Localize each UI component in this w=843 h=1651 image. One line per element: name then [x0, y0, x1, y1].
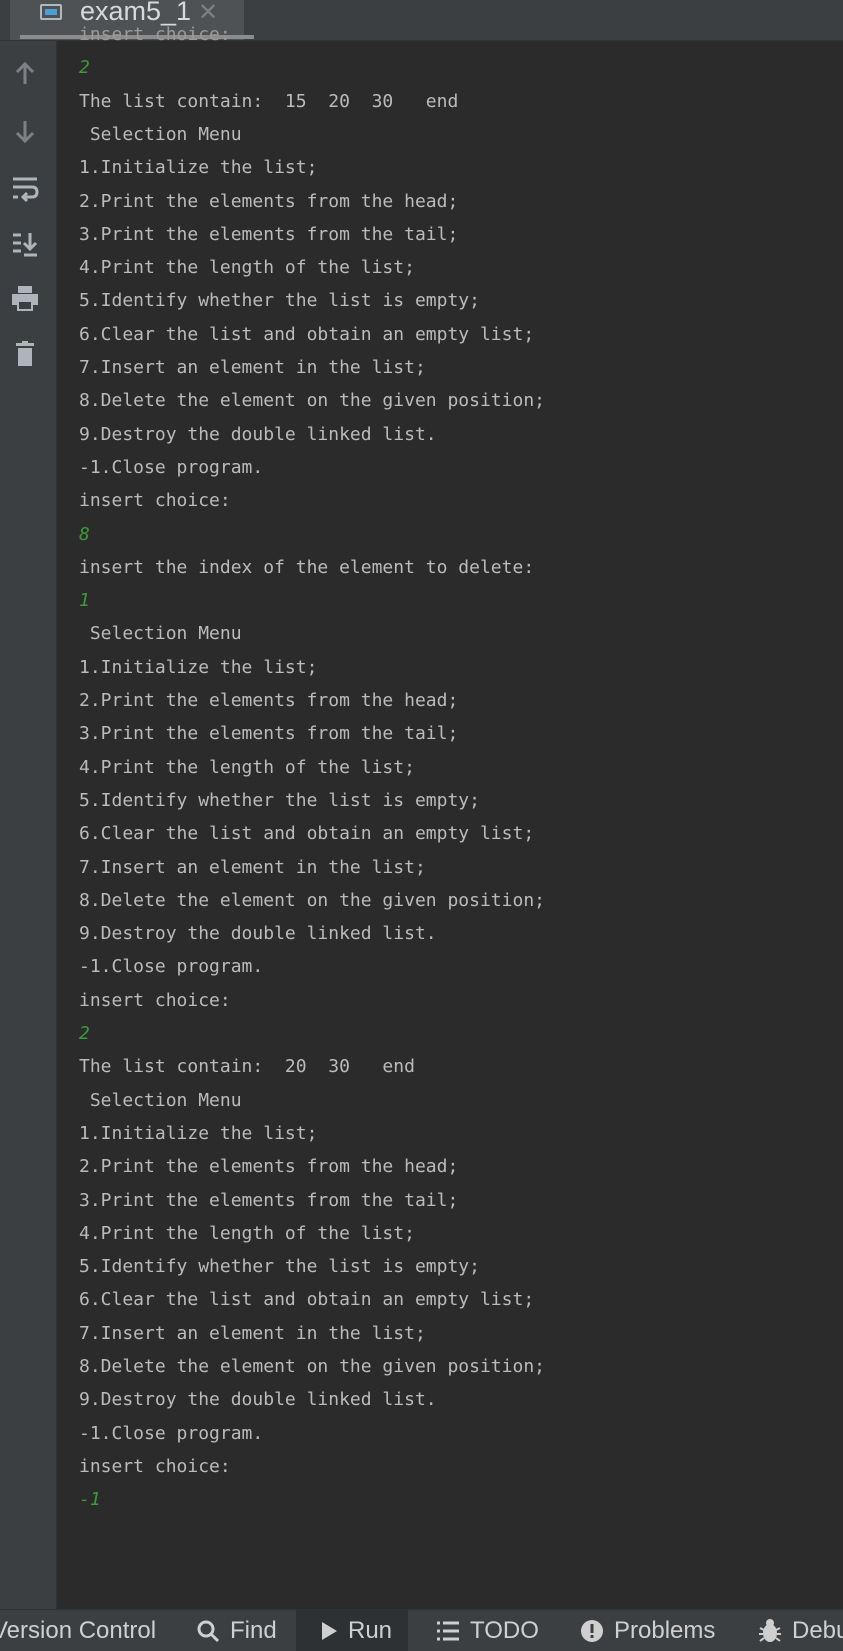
console-output-line: 3.Print the elements from the tail; [79, 1189, 459, 1211]
console-output-line: 7.Insert an element in the list; [79, 856, 426, 878]
console-output-line: 4.Print the length of the list; [79, 756, 415, 778]
console-output-line: 8.Delete the element on the given positi… [79, 390, 545, 412]
console-output-line: 2.Print the elements from the head; [79, 690, 459, 711]
console-output-line: 6.Clear the list and obtain an empty lis… [79, 823, 535, 845]
console-output-line: insert choice: [79, 989, 231, 1011]
console-output-line: Selection Menu [79, 623, 242, 645]
trash-icon[interactable] [10, 339, 40, 369]
console-output-line: 4.Print the length of the list; [79, 1222, 415, 1244]
console-output-line: 5.Identify whether the list is empty; [79, 1256, 480, 1278]
console-output-line: 8.Delete the element on the given positi… [79, 1356, 545, 1377]
tab-debug[interactable]: Debug [758, 1610, 843, 1651]
console-output-line: 5.Identify whether the list is empty; [79, 290, 480, 312]
console-output-line: The list contain: 20 30 end [79, 1056, 415, 1078]
tab-run[interactable]: Run [296, 1610, 408, 1651]
console-output-line: 9.Destroy the double linked list. [79, 423, 437, 445]
warning-icon [580, 1619, 604, 1643]
print-icon[interactable] [10, 283, 40, 313]
console-output-line: -1.Close program. [79, 956, 264, 978]
console-output-line: 3.Print the elements from the tail; [79, 223, 459, 245]
tab-problems[interactable]: Problems [580, 1610, 715, 1651]
find-label: Find [230, 1616, 277, 1644]
play-icon [320, 1621, 338, 1641]
console-output-line: 8.Delete the element on the given positi… [79, 889, 545, 911]
console-output-line: 4.Print the length of the list; [79, 257, 415, 279]
run-toolbar [0, 41, 57, 1609]
tab-find[interactable]: Find [196, 1610, 277, 1651]
console-output-line: 7.Insert an element in the list; [79, 1322, 426, 1344]
console-output-line: insert the index of the element to delet… [79, 556, 535, 578]
console-output-line: 6.Clear the list and obtain an empty lis… [79, 323, 535, 345]
console-output-line: -1.Close program. [79, 456, 264, 478]
console-input-line: 2 [79, 1023, 90, 1044]
console-output[interactable]: insert choice: 2 The list contain: 15 20 3… [57, 0, 843, 1609]
console-output-line: The list contain: 15 20 30 end [79, 90, 459, 112]
console-output-line: 3.Print the elements from the tail; [79, 723, 459, 745]
console-input-line: 1 [79, 590, 90, 612]
console-output-line: 9.Destroy the double linked list. [79, 923, 437, 945]
scroll-to-end-icon[interactable] [10, 229, 40, 259]
arrow-down-icon[interactable] [10, 116, 40, 146]
tab-todo[interactable]: TODO [436, 1610, 539, 1651]
console-output-line: Selection Menu [79, 123, 242, 145]
run-label: Run [348, 1616, 393, 1644]
debug-label: Debug [792, 1616, 843, 1644]
console-input-line: 2 [79, 57, 90, 79]
tool-window-bar: Version Control Find Run TODO Problems D… [0, 1609, 843, 1651]
console-output-line: Selection Menu [79, 1089, 242, 1111]
console-output-line: 9.Destroy the double linked list. [79, 1389, 437, 1411]
console-output-line: 5.Identify whether the list is empty; [79, 789, 480, 811]
list-icon [436, 1620, 460, 1642]
console-output-line: insert choice: [79, 490, 231, 512]
console-output-line: 7.Insert an element in the list; [79, 357, 426, 378]
search-icon [196, 1619, 220, 1643]
problems-label: Problems [614, 1616, 716, 1644]
soft-wrap-icon[interactable] [10, 173, 40, 203]
console-output-line: -1.Close program. [79, 1422, 264, 1444]
version-control-label: Version Control [0, 1616, 157, 1644]
todo-label: TODO [470, 1616, 539, 1644]
bug-icon [758, 1618, 782, 1644]
console-output-line: insert choice: [79, 24, 231, 45]
console-output-line: 2.Print the elements from the head; [79, 1156, 459, 1178]
arrow-up-icon[interactable] [10, 59, 40, 89]
console-output-line: 1.Initialize the list; [79, 656, 318, 678]
tab-version-control[interactable]: Version Control [0, 1610, 156, 1651]
console-output-line: 2.Print the elements from the head; [79, 190, 459, 212]
console-output-line: insert choice: [79, 1455, 231, 1477]
console-output-line: 1.Initialize the list; [79, 157, 318, 179]
console-input-line: 8 [79, 523, 90, 545]
console-input-line: -1 [79, 1489, 101, 1511]
console-output-line: 6.Clear the list and obtain an empty lis… [79, 1289, 535, 1311]
console-output-line: 1.Initialize the list; [79, 1122, 318, 1144]
